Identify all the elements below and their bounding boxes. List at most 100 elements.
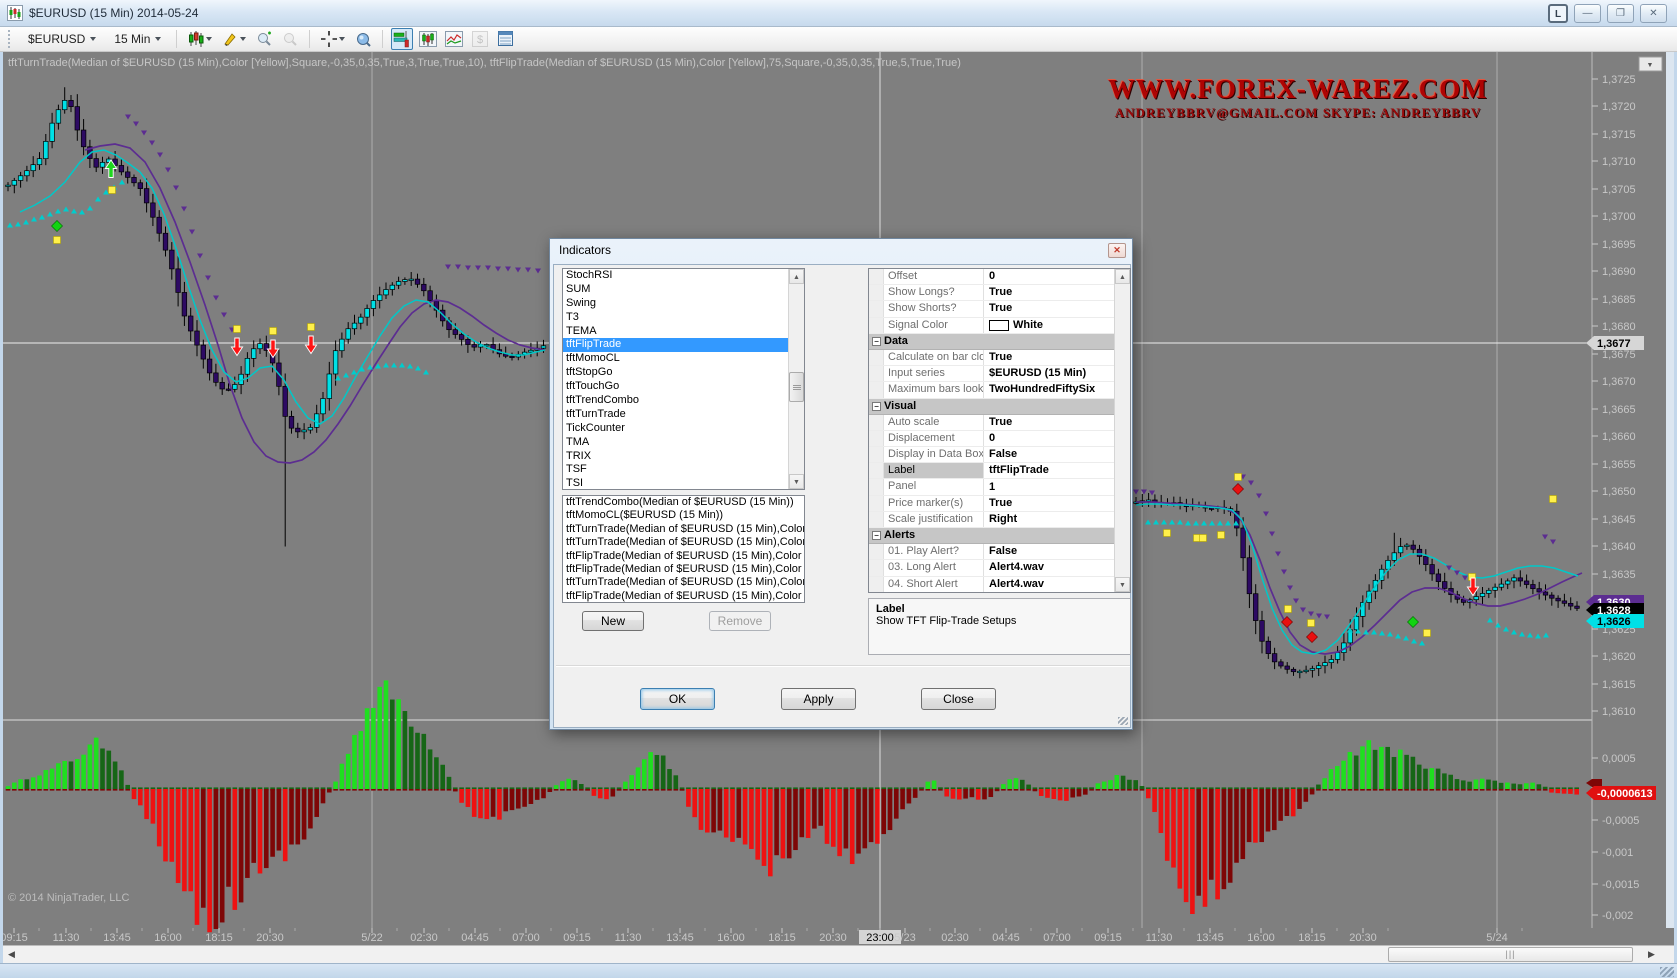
property-row[interactable]: 01. Play Alert?False	[869, 544, 1115, 560]
close-dialog-button[interactable]: Close	[921, 688, 996, 710]
collapse-icon[interactable]: −	[872, 531, 881, 540]
snap-mode-button[interactable]	[352, 28, 374, 50]
indicator-list-item[interactable]: TRIX	[563, 450, 804, 464]
indicator-list-item[interactable]: tftFlipTrade	[563, 338, 804, 352]
property-value[interactable]: True	[984, 301, 1115, 316]
minimize-button[interactable]: —	[1574, 4, 1601, 23]
collapse-icon[interactable]: −	[872, 337, 881, 346]
property-section[interactable]: −Data	[869, 334, 1115, 350]
indicator-list-item[interactable]: tftStopGo	[563, 366, 804, 380]
property-row[interactable]: Panel1	[869, 479, 1115, 495]
property-value[interactable]: True	[984, 496, 1115, 511]
property-value[interactable]: TwoHundredFiftySix	[984, 382, 1115, 397]
zoom-out-button[interactable]	[279, 28, 301, 50]
property-row[interactable]: Show Longs?True	[869, 285, 1115, 301]
data-box-button[interactable]	[495, 28, 517, 50]
link-button[interactable]: L	[1548, 4, 1568, 23]
indicator-list-item[interactable]: tftTouchGo	[563, 380, 804, 394]
scroll-up-icon[interactable]: ▲	[1115, 269, 1130, 284]
indicator-list-item[interactable]: TSI	[563, 477, 804, 490]
property-row[interactable]: Show Shorts?True	[869, 301, 1115, 317]
dialog-resize-grip[interactable]	[1118, 717, 1128, 725]
property-row[interactable]: 04. Short AlertAlert4.wav	[869, 577, 1115, 593]
scroll-down-icon[interactable]: ▼	[789, 474, 804, 489]
indicator-list-item[interactable]: StochRSI	[563, 269, 804, 283]
property-value[interactable]: True	[984, 285, 1115, 300]
property-value[interactable]: Right	[984, 512, 1115, 527]
scroll-right-icon[interactable]: ▶	[1648, 949, 1655, 960]
indicator-available-list[interactable]: StochRSISUMSwingT3TEMAtftFlipTradetftMom…	[562, 268, 805, 490]
indicator-list-item[interactable]: TMA	[563, 436, 804, 450]
property-row[interactable]: Price marker(s)True	[869, 496, 1115, 512]
property-row[interactable]: LabeltftFlipTrade	[869, 463, 1115, 479]
scroll-down-icon[interactable]: ▼	[1115, 577, 1130, 592]
chart-style-button[interactable]	[185, 28, 215, 50]
indicator-list-item[interactable]: TickCounter	[563, 422, 804, 436]
property-grid-scrollbar[interactable]: ▲ ▼	[1114, 269, 1130, 592]
property-section[interactable]: −Alerts	[869, 528, 1115, 544]
property-value[interactable]: tftFlipTrade	[984, 463, 1115, 478]
indicators-button[interactable]	[391, 28, 413, 50]
new-button[interactable]: New	[582, 611, 644, 631]
drawing-tools-button[interactable]	[219, 28, 249, 50]
property-row[interactable]: Signal ColorWhite	[869, 318, 1115, 334]
list-scrollbar[interactable]: ▲ ▼	[788, 269, 804, 489]
property-value[interactable]: True	[984, 415, 1115, 430]
property-value[interactable]: Alert4.wav	[984, 577, 1115, 592]
property-value[interactable]: False	[984, 447, 1115, 462]
indicator-list-item[interactable]: tftTurnTrade	[563, 408, 804, 422]
ok-button[interactable]: OK	[640, 688, 715, 710]
indicator-list-item[interactable]: TEMA	[563, 325, 804, 339]
toolbar-grip[interactable]	[8, 30, 13, 48]
horizontal-scrollbar[interactable]: ◀ ||| ▶	[3, 945, 1674, 963]
property-row[interactable]: Scale justificationRight	[869, 512, 1115, 528]
configured-indicator-item[interactable]: tftTurnTrade(Median of $EURUSD (15 Min),…	[563, 523, 804, 536]
property-value[interactable]: $EURUSD (15 Min)	[984, 366, 1115, 381]
property-grid[interactable]: Offset0Show Longs?TrueShow Shorts?TrueSi…	[868, 268, 1131, 593]
property-row[interactable]: Displacement0	[869, 431, 1115, 447]
configured-indicator-item[interactable]: tftTrendCombo(Median of $EURUSD (15 Min)…	[563, 496, 804, 509]
property-value[interactable]: 0	[984, 431, 1115, 446]
scrollbar-thumb[interactable]: |||	[1388, 947, 1633, 962]
property-row[interactable]: Offset0	[869, 269, 1115, 285]
property-value[interactable]: False	[984, 544, 1115, 559]
property-section[interactable]: −Visual	[869, 399, 1115, 415]
scroll-left-icon[interactable]: ◀	[8, 949, 15, 960]
property-row[interactable]: Display in Data BoxFalse	[869, 447, 1115, 463]
indicator-list-item[interactable]: tftMomoCL	[563, 352, 804, 366]
crosshair-button[interactable]	[318, 28, 348, 50]
interval-dropdown[interactable]: 15 Min	[107, 30, 168, 48]
property-row[interactable]: Calculate on bar closTrue	[869, 350, 1115, 366]
property-value[interactable]: True	[984, 350, 1115, 365]
property-row[interactable]: Maximum bars look lTwoHundredFiftySix	[869, 382, 1115, 398]
dialog-close-button[interactable]: ✕	[1108, 243, 1126, 258]
instrument-dropdown[interactable]: $EURUSD	[21, 30, 103, 48]
scrollbar-thumb[interactable]	[789, 372, 804, 402]
property-value[interactable]: White	[984, 318, 1115, 333]
configured-indicator-item[interactable]: tftTurnTrade(Median of $EURUSD (15 Min),…	[563, 536, 804, 549]
scroll-up-icon[interactable]: ▲	[789, 269, 804, 284]
restore-button[interactable]: ❐	[1607, 4, 1634, 23]
dialog-title[interactable]: Indicators	[550, 239, 1132, 262]
configured-indicator-item[interactable]: tftFlipTrade(Median of $EURUSD (15 Min),…	[563, 563, 804, 576]
collapse-icon[interactable]: −	[872, 402, 881, 411]
indicator-list-item[interactable]: SUM	[563, 283, 804, 297]
remove-button[interactable]: Remove	[709, 611, 771, 631]
zoom-in-button[interactable]	[253, 28, 275, 50]
account-data-button[interactable]: $	[469, 28, 491, 50]
apply-button[interactable]: Apply	[781, 688, 856, 710]
property-value[interactable]: Alert4.wav	[984, 560, 1115, 575]
property-value[interactable]: 0	[984, 269, 1115, 284]
configured-indicator-item[interactable]: tftFlipTrade(Median of $EURUSD (15 Min),…	[563, 590, 804, 603]
resize-grip[interactable]	[1660, 967, 1674, 977]
indicator-list-item[interactable]: T3	[563, 311, 804, 325]
indicator-list-item[interactable]: tftTrendCombo	[563, 394, 804, 408]
property-row[interactable]: 03. Long AlertAlert4.wav	[869, 560, 1115, 576]
indicator-list-item[interactable]: TSF	[563, 463, 804, 477]
chart-trader-button[interactable]	[443, 28, 465, 50]
configured-indicator-item[interactable]: tftMomoCL($EURUSD (15 Min))	[563, 509, 804, 522]
indicator-list-item[interactable]: Swing	[563, 297, 804, 311]
indicator-configured-list[interactable]: tftTrendCombo(Median of $EURUSD (15 Min)…	[562, 495, 805, 603]
close-button[interactable]: ✕	[1640, 4, 1667, 23]
property-row[interactable]: Auto scaleTrue	[869, 415, 1115, 431]
